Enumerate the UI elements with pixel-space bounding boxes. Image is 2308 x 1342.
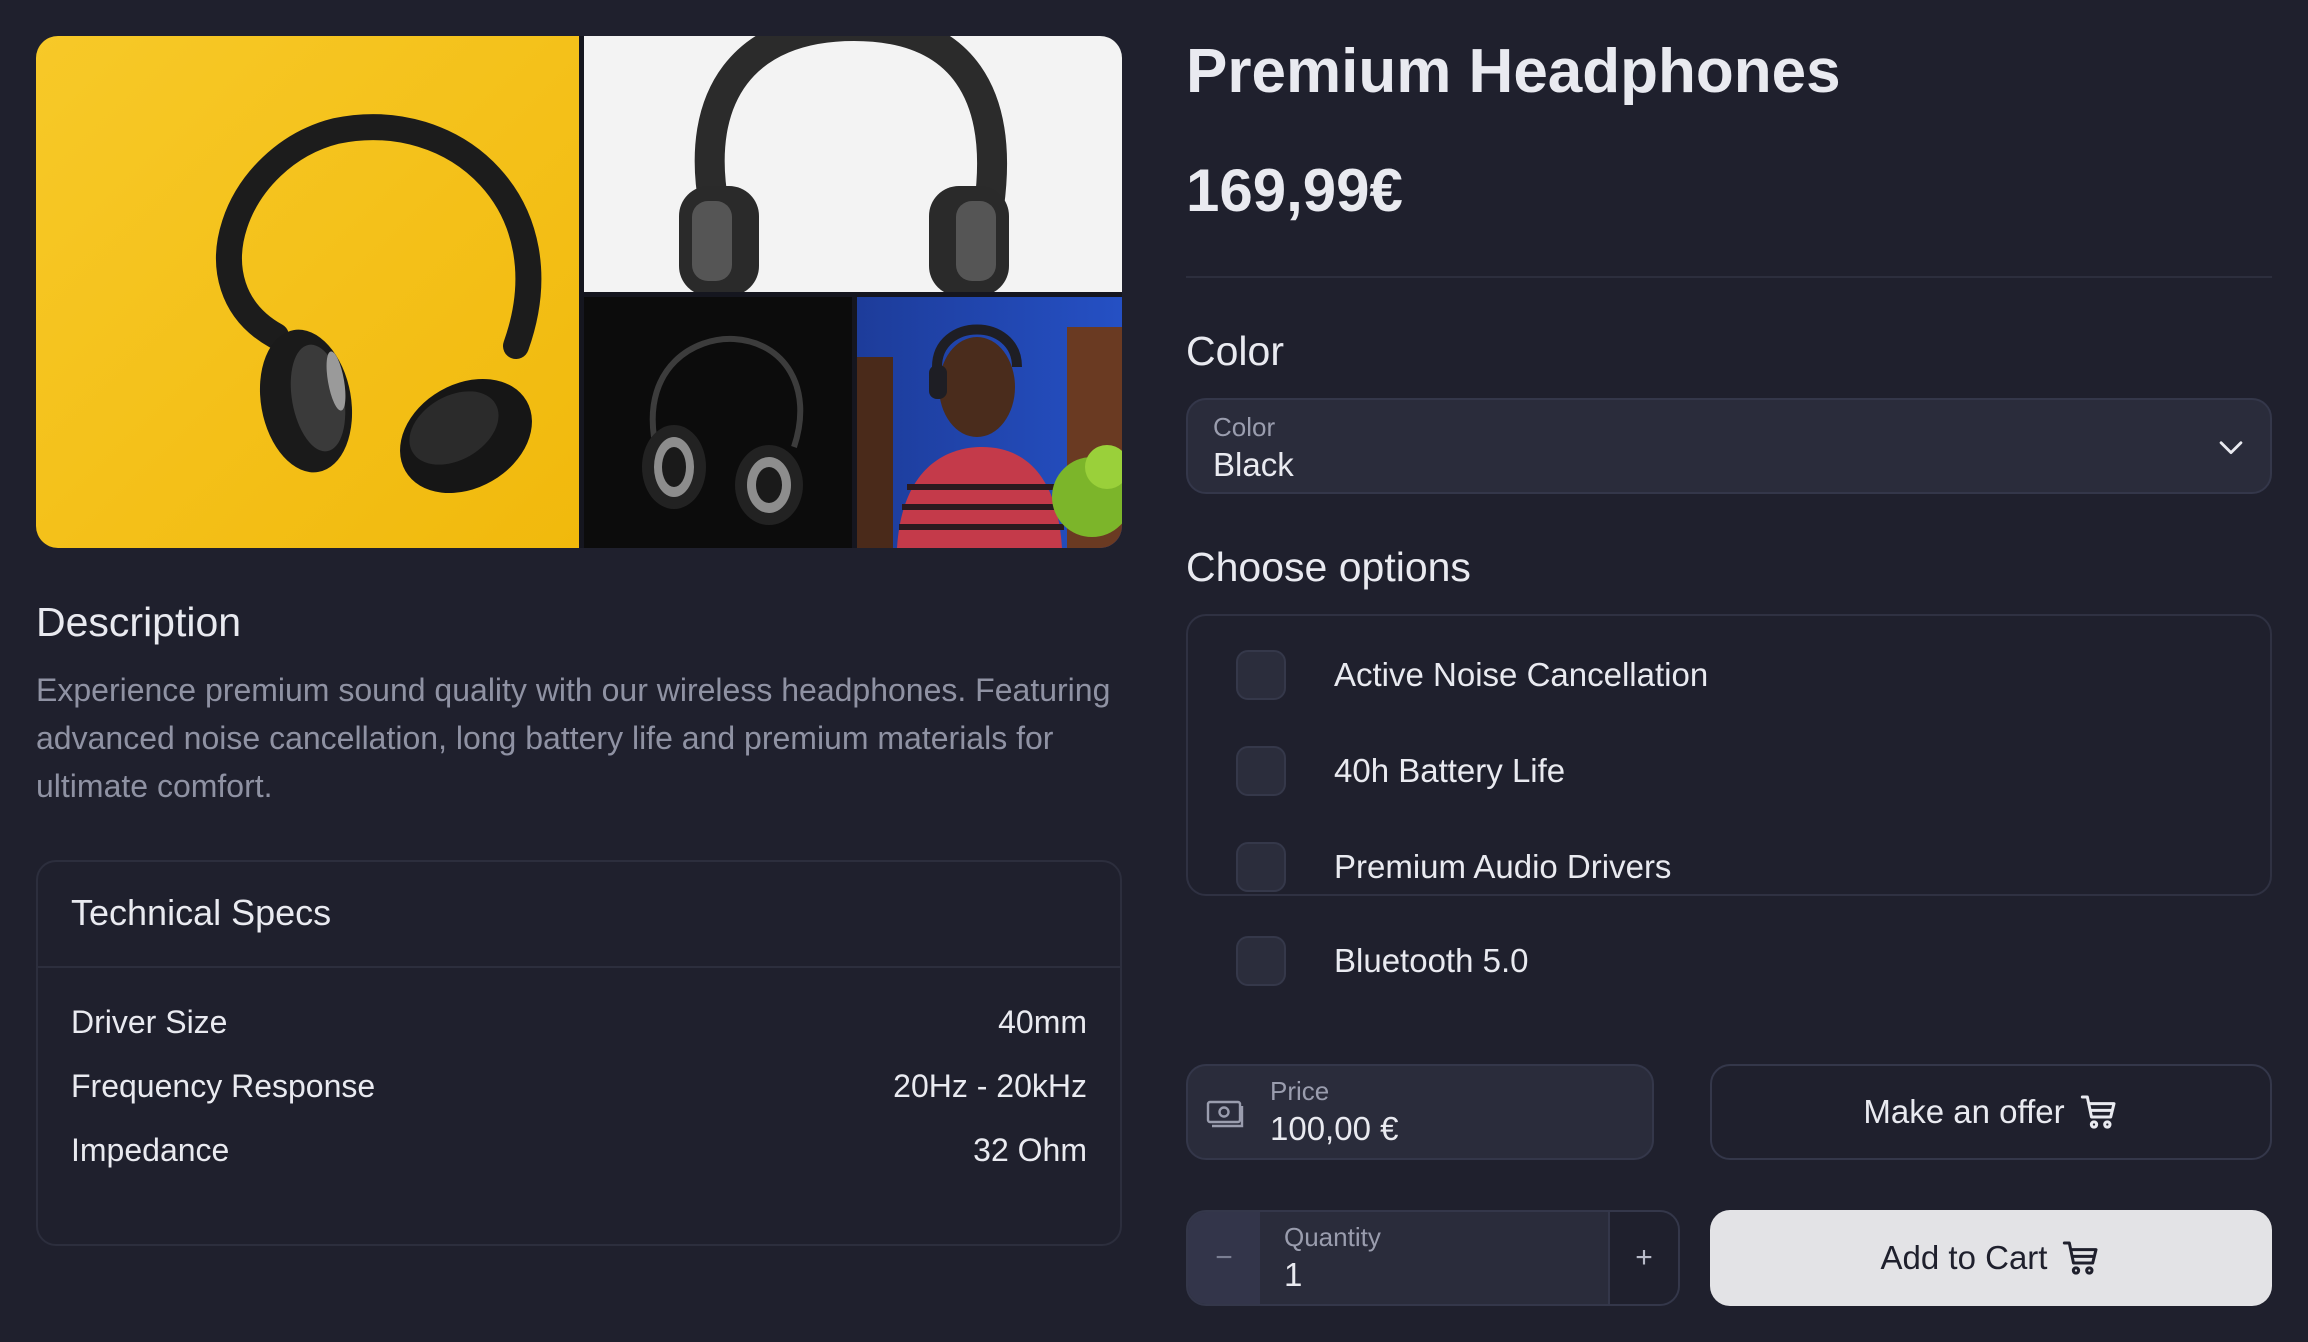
spec-label: Impedance (71, 1131, 230, 1168)
color-select[interactable]: Color Black (1186, 398, 2272, 494)
make-offer-button[interactable]: Make an offer (1710, 1064, 2272, 1160)
option-label: Active Noise Cancellation (1334, 656, 1709, 693)
chevron-down-icon (2219, 441, 2243, 455)
option-battery-life[interactable]: 40h Battery Life (1236, 746, 1565, 796)
color-select-label: Color (1213, 412, 1276, 442)
make-offer-label: Make an offer (1863, 1093, 2065, 1130)
options-heading: Choose options (1186, 544, 1471, 590)
description-heading: Description (36, 599, 242, 645)
checkbox[interactable] (1236, 746, 1286, 796)
checkbox[interactable] (1236, 936, 1286, 986)
option-premium-audio-drivers[interactable]: Premium Audio Drivers (1236, 842, 1671, 892)
quantity-decrement-button[interactable]: − (1188, 1212, 1260, 1304)
description-text: Experience premium sound quality with ou… (36, 672, 1111, 804)
specs-divider (38, 966, 1120, 968)
quantity-label: Quantity (1284, 1222, 1381, 1252)
offer-price-input[interactable]: Price 100,00 € (1186, 1064, 1654, 1160)
gallery-image-white[interactable] (584, 36, 1122, 292)
gallery-image-person[interactable] (857, 297, 1122, 548)
product-price: 169,99€ (1186, 157, 1403, 224)
option-bluetooth[interactable]: Bluetooth 5.0 (1236, 936, 1529, 986)
gallery-image-dark[interactable] (584, 297, 852, 548)
spec-row-driver-size: Driver Size 40mm (71, 1000, 1087, 1044)
price-divider (1186, 276, 2272, 278)
cart-icon (2063, 1241, 2098, 1275)
spec-value: 20Hz - 20kHz (893, 1067, 1087, 1104)
quantity-value[interactable]: 1 (1284, 1256, 1302, 1294)
banknote-icon (1206, 1100, 1244, 1128)
quantity-stepper: − Quantity 1 + (1186, 1210, 1680, 1306)
left-column: Description Experience premium sound qua… (36, 36, 1122, 1246)
option-label: Bluetooth 5.0 (1334, 942, 1529, 979)
spec-value: 32 Ohm (973, 1131, 1087, 1168)
specs-heading: Technical Specs (71, 892, 332, 933)
cart-icon (2080, 1095, 2116, 1129)
option-label: 40h Battery Life (1334, 752, 1566, 789)
add-to-cart-button[interactable]: Add to Cart (1710, 1210, 2272, 1306)
checkbox[interactable] (1236, 650, 1286, 700)
add-to-cart-label: Add to Cart (1880, 1239, 2048, 1276)
quantity-increment-button[interactable]: + (1608, 1212, 1678, 1304)
option-label: Premium Audio Drivers (1334, 848, 1672, 885)
gallery-image-yellow[interactable] (36, 36, 579, 548)
offer-price-value: 100,00 € (1270, 1110, 1399, 1147)
color-heading: Color (1186, 328, 1284, 374)
spec-row-frequency-response: Frequency Response 20Hz - 20kHz (71, 1064, 1087, 1108)
offer-price-label: Price (1270, 1076, 1330, 1106)
spec-label: Driver Size (71, 1003, 228, 1040)
checkbox[interactable] (1236, 842, 1286, 892)
options-group: Active Noise Cancellation 40h Battery Li… (1186, 614, 2272, 986)
spec-row-impedance: Impedance 32 Ohm (71, 1128, 1087, 1172)
spec-label: Frequency Response (71, 1067, 376, 1104)
color-select-value: Black (1213, 446, 1294, 483)
product-gallery (36, 36, 1122, 548)
product-title: Premium Headphones (1186, 37, 1841, 106)
technical-specs-card: Technical Specs Driver Size 40mm Frequen… (36, 860, 1122, 1246)
option-active-noise-cancellation[interactable]: Active Noise Cancellation (1236, 650, 1708, 700)
spec-value: 40mm (998, 1003, 1087, 1040)
